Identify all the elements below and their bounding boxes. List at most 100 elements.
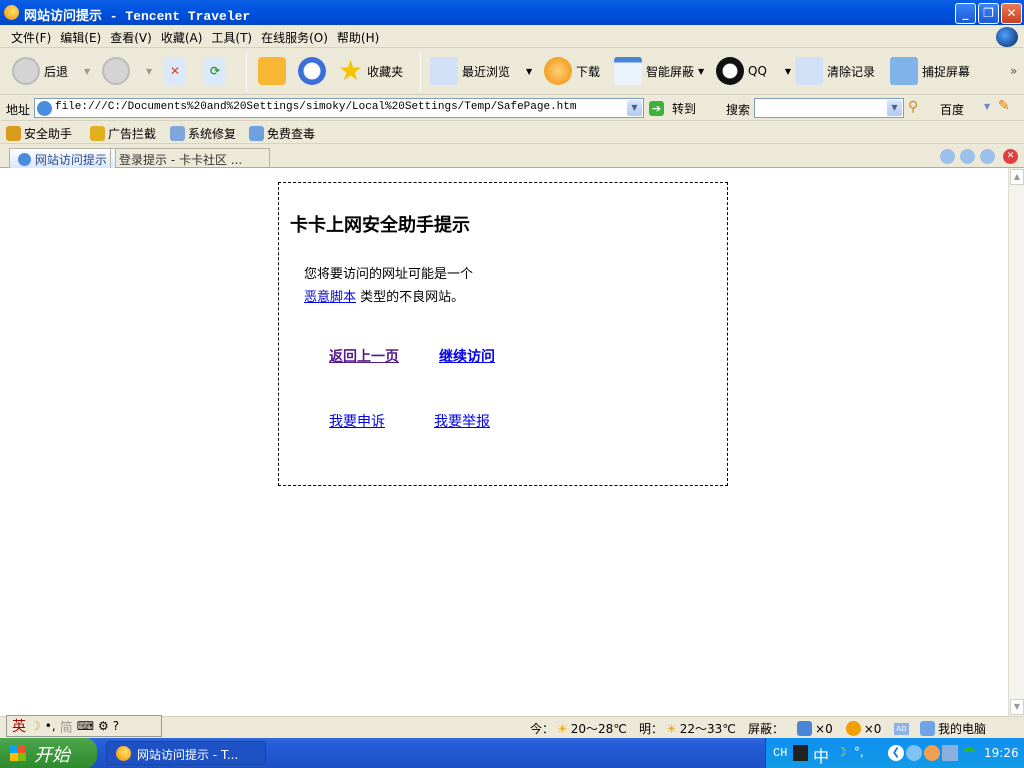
- link-free-virus-scan[interactable]: 免费查毒: [249, 125, 315, 142]
- close-button[interactable]: ✕: [1001, 3, 1022, 24]
- engine-dropdown-icon[interactable]: ▼: [984, 102, 990, 111]
- taskbar-item-browser[interactable]: 网站访问提示 - T...: [106, 741, 266, 765]
- menu-file[interactable]: 文件(F): [6, 25, 55, 46]
- split-view-icon[interactable]: [980, 149, 995, 164]
- ime-simplified-toggle[interactable]: 简: [60, 717, 73, 736]
- go-button[interactable]: ➔ 转到: [649, 100, 696, 117]
- smart-block-dropdown-icon[interactable]: ▼: [698, 67, 704, 76]
- tab-list-icon[interactable]: [940, 149, 955, 164]
- ime-help-icon[interactable]: ?: [113, 719, 119, 733]
- address-label: 地址: [6, 103, 31, 117]
- ad-count: ×0: [863, 721, 882, 736]
- language-indicator[interactable]: CH: [773, 746, 787, 760]
- forward-arrow-icon: [102, 57, 130, 85]
- tomorrow-label: 明：: [639, 722, 664, 736]
- minimize-button[interactable]: _: [955, 3, 976, 24]
- weather-tomorrow[interactable]: 明： ☀ 22～33℃: [639, 720, 736, 737]
- status-bar: 英 ☽ •, 简 ⌨ ⚙ ? 今： ☀ 20～28℃ 明： ☀ 22～33℃ 屏蔽： ×0…: [0, 715, 1024, 738]
- download-icon: [544, 57, 572, 85]
- ad-block-icon[interactable]: [845, 721, 861, 736]
- menu-edit[interactable]: 编辑(E): [55, 25, 105, 46]
- ime-english-toggle[interactable]: 英: [12, 716, 26, 736]
- qq-button[interactable]: QQ ▼: [716, 56, 791, 86]
- system-tray: CH 中 ☽ °, ❮ ☂ 19:26: [765, 738, 1024, 768]
- tab-login-prompt[interactable]: 登录提示 - 卡卡社区 ...: [110, 148, 270, 168]
- restore-button[interactable]: ❐: [978, 3, 999, 24]
- punctuation-icon[interactable]: °,: [854, 745, 864, 759]
- menu-view[interactable]: 查看(V): [105, 25, 156, 46]
- clear-history-button[interactable]: 清除记录: [795, 56, 875, 86]
- tab-site-warning[interactable]: 网站访问提示: [9, 148, 116, 168]
- link-ad-block[interactable]: 广告拦截: [90, 125, 156, 142]
- favorites-button[interactable]: ★ 收藏夹: [338, 56, 403, 86]
- continue-visit-link[interactable]: 继续访问: [439, 346, 495, 366]
- menu-favorites[interactable]: 收藏(A): [156, 25, 207, 46]
- menu-help[interactable]: 帮助(H): [332, 25, 383, 46]
- appeal-link[interactable]: 我要申诉: [329, 411, 385, 431]
- menu-tools[interactable]: 工具(T): [206, 25, 256, 46]
- my-computer-zone: 我的电脑: [920, 720, 986, 737]
- menu-online-services[interactable]: 在线服务(O): [256, 25, 332, 46]
- popup-block-icon[interactable]: [797, 721, 813, 736]
- moon-icon[interactable]: ☽: [836, 745, 847, 759]
- threat-type-link[interactable]: 恶意脚本: [304, 290, 356, 305]
- back-button[interactable]: 后退 ▼: [12, 56, 90, 86]
- ime-chinese-indicator[interactable]: 中: [813, 743, 829, 767]
- address-input[interactable]: file:///C:/Documents%20and%20Settings/si…: [34, 98, 644, 118]
- tray-app-icon[interactable]: [924, 745, 940, 761]
- history-button[interactable]: [298, 56, 326, 86]
- forward-button[interactable]: ▼: [102, 56, 152, 86]
- link-security-assistant[interactable]: 安全助手: [6, 125, 72, 142]
- tray-app-icon[interactable]: [906, 745, 922, 761]
- smart-block-button[interactable]: 智能屏蔽 ▼: [614, 56, 704, 86]
- stop-icon: ✕: [164, 57, 186, 85]
- download-label: 下载: [576, 64, 601, 79]
- ie-page-icon: [18, 153, 31, 166]
- recent-button[interactable]: 最近浏览 ▼: [430, 56, 532, 86]
- divider: [420, 52, 421, 92]
- clock[interactable]: 19:26: [984, 746, 1019, 760]
- download-button[interactable]: 下载: [544, 56, 600, 86]
- half-width-moon-icon[interactable]: ☽: [30, 719, 41, 733]
- browser-logo-icon: [996, 27, 1018, 47]
- search-engine-selector[interactable]: 百度: [940, 101, 964, 118]
- search-dropdown-icon[interactable]: ▼: [887, 100, 902, 116]
- refresh-button[interactable]: ⟳: [204, 56, 226, 86]
- computer-icon: [920, 721, 935, 736]
- link-system-repair[interactable]: 系统修复: [170, 125, 236, 142]
- search-input[interactable]: ▼: [754, 98, 904, 118]
- new-tab-icon[interactable]: [960, 149, 975, 164]
- show-hidden-icons-button[interactable]: ❮: [888, 745, 904, 761]
- ad-icon[interactable]: AD: [894, 722, 909, 735]
- recent-pages-icon: [430, 57, 458, 85]
- vertical-scrollbar[interactable]: ▲ ▼: [1008, 168, 1024, 716]
- stop-button[interactable]: ✕: [164, 56, 186, 86]
- capture-label: 捕捉屏幕: [922, 64, 971, 79]
- address-dropdown-icon[interactable]: ▼: [627, 100, 642, 116]
- keyboard-icon[interactable]: ⌨: [77, 719, 94, 733]
- mspy-ime-icon[interactable]: [793, 745, 808, 761]
- weather-today[interactable]: 今： ☀ 20～28℃: [530, 720, 627, 737]
- close-tab-icon[interactable]: ✕: [1003, 149, 1018, 164]
- forward-dropdown-icon[interactable]: ▼: [146, 67, 152, 76]
- toolbar-overflow-button[interactable]: »: [1010, 56, 1017, 86]
- home-button[interactable]: [258, 56, 286, 86]
- ime-settings-icon[interactable]: ⚙: [98, 719, 109, 733]
- recent-dropdown-icon[interactable]: ▼: [526, 67, 532, 76]
- qq-dropdown-icon[interactable]: ▼: [785, 67, 791, 76]
- report-link[interactable]: 我要举报: [434, 411, 490, 431]
- start-button[interactable]: 开始: [0, 738, 97, 768]
- punctuation-icon[interactable]: •,: [45, 719, 56, 733]
- capture-screen-button[interactable]: 捕捉屏幕: [890, 56, 970, 86]
- app-icon: [4, 5, 19, 20]
- go-back-link[interactable]: 返回上一页: [329, 346, 399, 366]
- umbrella-icon[interactable]: ☂: [962, 743, 976, 762]
- scroll-down-arrow-icon[interactable]: ▼: [1010, 699, 1024, 715]
- pencil-icon[interactable]: ✎: [998, 98, 1010, 114]
- scroll-up-arrow-icon[interactable]: ▲: [1010, 169, 1024, 185]
- search-magnifier-icon[interactable]: ⚲: [908, 99, 918, 115]
- title-bar: 网站访问提示 - Tencent Traveler _ ❐ ✕: [0, 0, 1024, 25]
- back-dropdown-icon[interactable]: ▼: [84, 67, 90, 76]
- tab-bar: 网站访问提示 登录提示 - 卡卡社区 ... ✕: [0, 145, 1024, 168]
- network-icon[interactable]: [942, 745, 958, 761]
